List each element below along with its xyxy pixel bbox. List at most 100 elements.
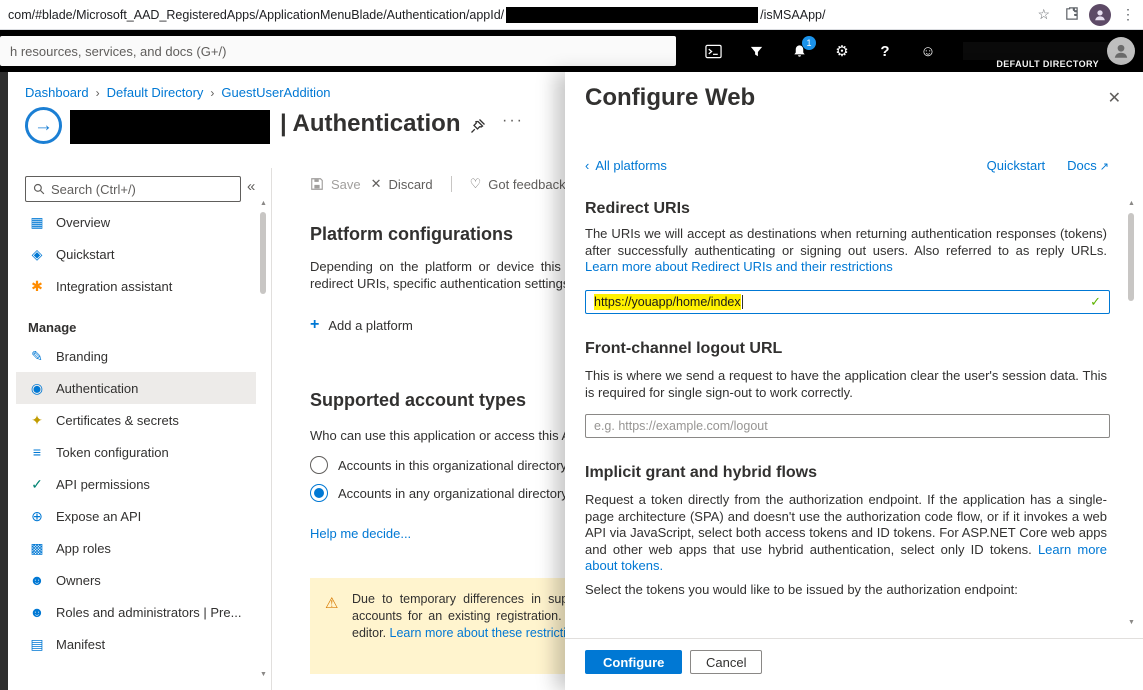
quickstart-link[interactable]: Quickstart	[987, 158, 1046, 173]
command-bar: Save ✕ Discard ♡ Got feedback?	[310, 176, 573, 192]
window-edge	[0, 72, 8, 690]
browser-menu-icon[interactable]: ⋮	[1121, 6, 1135, 23]
cloud-shell-icon[interactable]	[704, 42, 722, 60]
front-channel-logout-desc: This is where we send a request to have …	[585, 368, 1107, 401]
global-search-input[interactable]: h resources, services, and docs (G+/)	[0, 36, 676, 66]
add-platform-button[interactable]: + Add a platform	[310, 316, 413, 334]
sidebar-item-overview[interactable]: ▦ Overview	[16, 206, 256, 238]
scroll-down-icon[interactable]: ▼	[1125, 619, 1138, 626]
owners-icon: ☻	[28, 572, 46, 588]
sidebar-item-label: API permissions	[56, 477, 150, 492]
sidebar-scrollbar[interactable]: ▲ ▼	[257, 200, 270, 678]
scrollbar-thumb[interactable]	[1128, 213, 1134, 301]
branding-icon: ✎	[28, 348, 46, 365]
panel-title: Configure Web	[585, 84, 755, 112]
panel-footer-divider	[565, 638, 1143, 639]
directory-label: DEFAULT DIRECTORY	[996, 59, 1099, 69]
supported-account-types-heading: Supported account types	[310, 390, 526, 411]
sidebar-item-manifest[interactable]: ▤ Manifest	[16, 628, 256, 660]
page-title: | Authentication	[280, 110, 460, 138]
sidebar-item-integration-assistant[interactable]: ✱ Integration assistant	[16, 270, 256, 302]
redirect-learn-more-link[interactable]: Learn more about Redirect URIs and their…	[585, 259, 893, 274]
redirect-uris-desc: The URIs we will accept as destinations …	[585, 226, 1107, 276]
plus-icon: +	[310, 316, 319, 334]
screen: com/#blade/Microsoft_AAD_RegisteredApps/…	[0, 0, 1143, 690]
sidebar-item-owners[interactable]: ☻ Owners	[16, 564, 256, 596]
docs-label: Docs	[1067, 158, 1097, 173]
filter-icon[interactable]	[747, 42, 765, 60]
sidebar-search-input[interactable]	[51, 182, 233, 197]
url-text: com/#blade/Microsoft_AAD_RegisteredApps/…	[8, 8, 504, 22]
sidebar-item-quickstart[interactable]: ◈ Quickstart	[16, 238, 256, 270]
warning-restrictions-link[interactable]: Learn more about these restrictions.	[390, 626, 590, 640]
more-options-icon[interactable]: ···	[502, 112, 524, 130]
sidebar-item-certificates-secrets[interactable]: ✦ Certificates & secrets	[16, 404, 256, 436]
token-configuration-icon: ≡	[28, 444, 46, 460]
cancel-button[interactable]: Cancel	[690, 650, 762, 674]
toolbar-divider	[451, 176, 452, 192]
docs-link[interactable]: Docs↗	[1067, 158, 1109, 173]
sidebar-item-label: Token configuration	[56, 445, 169, 460]
radio-single-tenant[interactable]	[310, 456, 328, 474]
certificates-key-icon: ✦	[28, 412, 46, 429]
front-channel-logout-heading: Front-channel logout URL	[585, 340, 782, 358]
radio-multitenant[interactable]	[310, 484, 328, 502]
redirect-uri-input[interactable]: https://youapp/home/index ✓	[585, 290, 1110, 314]
sidebar-item-roles-administrators[interactable]: ☻ Roles and administrators | Pre...	[16, 596, 256, 628]
breadcrumb-separator-icon: ›	[96, 86, 100, 100]
sidebar-item-branding[interactable]: ✎ Branding	[16, 340, 256, 372]
account-avatar[interactable]	[1107, 37, 1135, 65]
feedback-button[interactable]: ♡ Got feedback?	[470, 176, 573, 192]
browser-profile-avatar[interactable]	[1089, 4, 1111, 26]
panel-scrollbar[interactable]: ▲ ▼	[1125, 200, 1138, 626]
app-logo-icon: →	[25, 107, 62, 144]
bookmark-star-icon[interactable]: ☆	[1033, 6, 1054, 23]
help-icon[interactable]: ?	[876, 42, 894, 60]
scroll-up-icon[interactable]: ▲	[257, 200, 270, 207]
chevron-left-icon: ‹	[585, 158, 589, 173]
breadcrumb-dashboard[interactable]: Dashboard	[25, 85, 89, 100]
feedback-label: Got feedback?	[488, 177, 573, 192]
redacted-appid	[506, 7, 758, 23]
configure-button[interactable]: Configure	[585, 650, 682, 674]
quickstart-icon: ◈	[28, 246, 46, 263]
logout-url-input[interactable]	[585, 414, 1110, 438]
redacted-account-name	[963, 42, 1121, 60]
sidebar-item-label: Integration assistant	[56, 279, 172, 294]
address-bar[interactable]: com/#blade/Microsoft_AAD_RegisteredApps/…	[8, 4, 1054, 26]
breadcrumb-directory[interactable]: Default Directory	[107, 85, 204, 100]
search-icon	[33, 183, 45, 195]
help-me-decide-link[interactable]: Help me decide...	[310, 526, 411, 541]
discard-button[interactable]: ✕ Discard	[371, 176, 433, 192]
sidebar-item-authentication[interactable]: ◉ Authentication	[16, 372, 256, 404]
integration-assistant-icon: ✱	[28, 278, 46, 295]
sidebar-collapse-icon[interactable]: «	[247, 178, 255, 195]
discard-x-icon: ✕	[371, 176, 382, 192]
close-icon[interactable]: ✕	[1108, 88, 1121, 108]
sidebar-search[interactable]	[25, 176, 241, 202]
warning-triangle-icon: ⚠	[325, 594, 338, 612]
platform-configurations-heading: Platform configurations	[310, 224, 513, 245]
sidebar-item-api-permissions[interactable]: ✓ API permissions	[16, 468, 256, 500]
all-platforms-back-link[interactable]: ‹ All platforms	[585, 158, 667, 173]
sidebar-item-label: Certificates & secrets	[56, 413, 179, 428]
sidebar-item-token-configuration[interactable]: ≡ Token configuration	[16, 436, 256, 468]
text-cursor	[742, 295, 743, 309]
sidebar-item-expose-api[interactable]: ⊕ Expose an API	[16, 500, 256, 532]
breadcrumb-app[interactable]: GuestUserAddition	[221, 85, 330, 100]
settings-gear-icon[interactable]: ⚙	[833, 42, 851, 60]
pin-icon[interactable]	[470, 118, 486, 139]
add-platform-label: Add a platform	[328, 318, 413, 333]
feedback-smiley-icon[interactable]: ☺	[919, 42, 937, 60]
topbar-icons: 1 ⚙ ? ☺	[704, 42, 937, 60]
expose-api-icon: ⊕	[28, 508, 46, 525]
scroll-down-icon[interactable]: ▼	[257, 671, 270, 678]
api-permissions-icon: ✓	[28, 476, 46, 493]
notifications-bell-icon[interactable]: 1	[790, 42, 808, 60]
scrollbar-thumb[interactable]	[260, 212, 266, 294]
save-button[interactable]: Save	[310, 177, 361, 192]
extensions-puzzle-icon[interactable]	[1064, 6, 1079, 24]
redirect-desc-text: The URIs we will accept as destinations …	[585, 226, 1107, 258]
sidebar-item-app-roles[interactable]: ▩ App roles	[16, 532, 256, 564]
scroll-up-icon[interactable]: ▲	[1125, 200, 1138, 207]
